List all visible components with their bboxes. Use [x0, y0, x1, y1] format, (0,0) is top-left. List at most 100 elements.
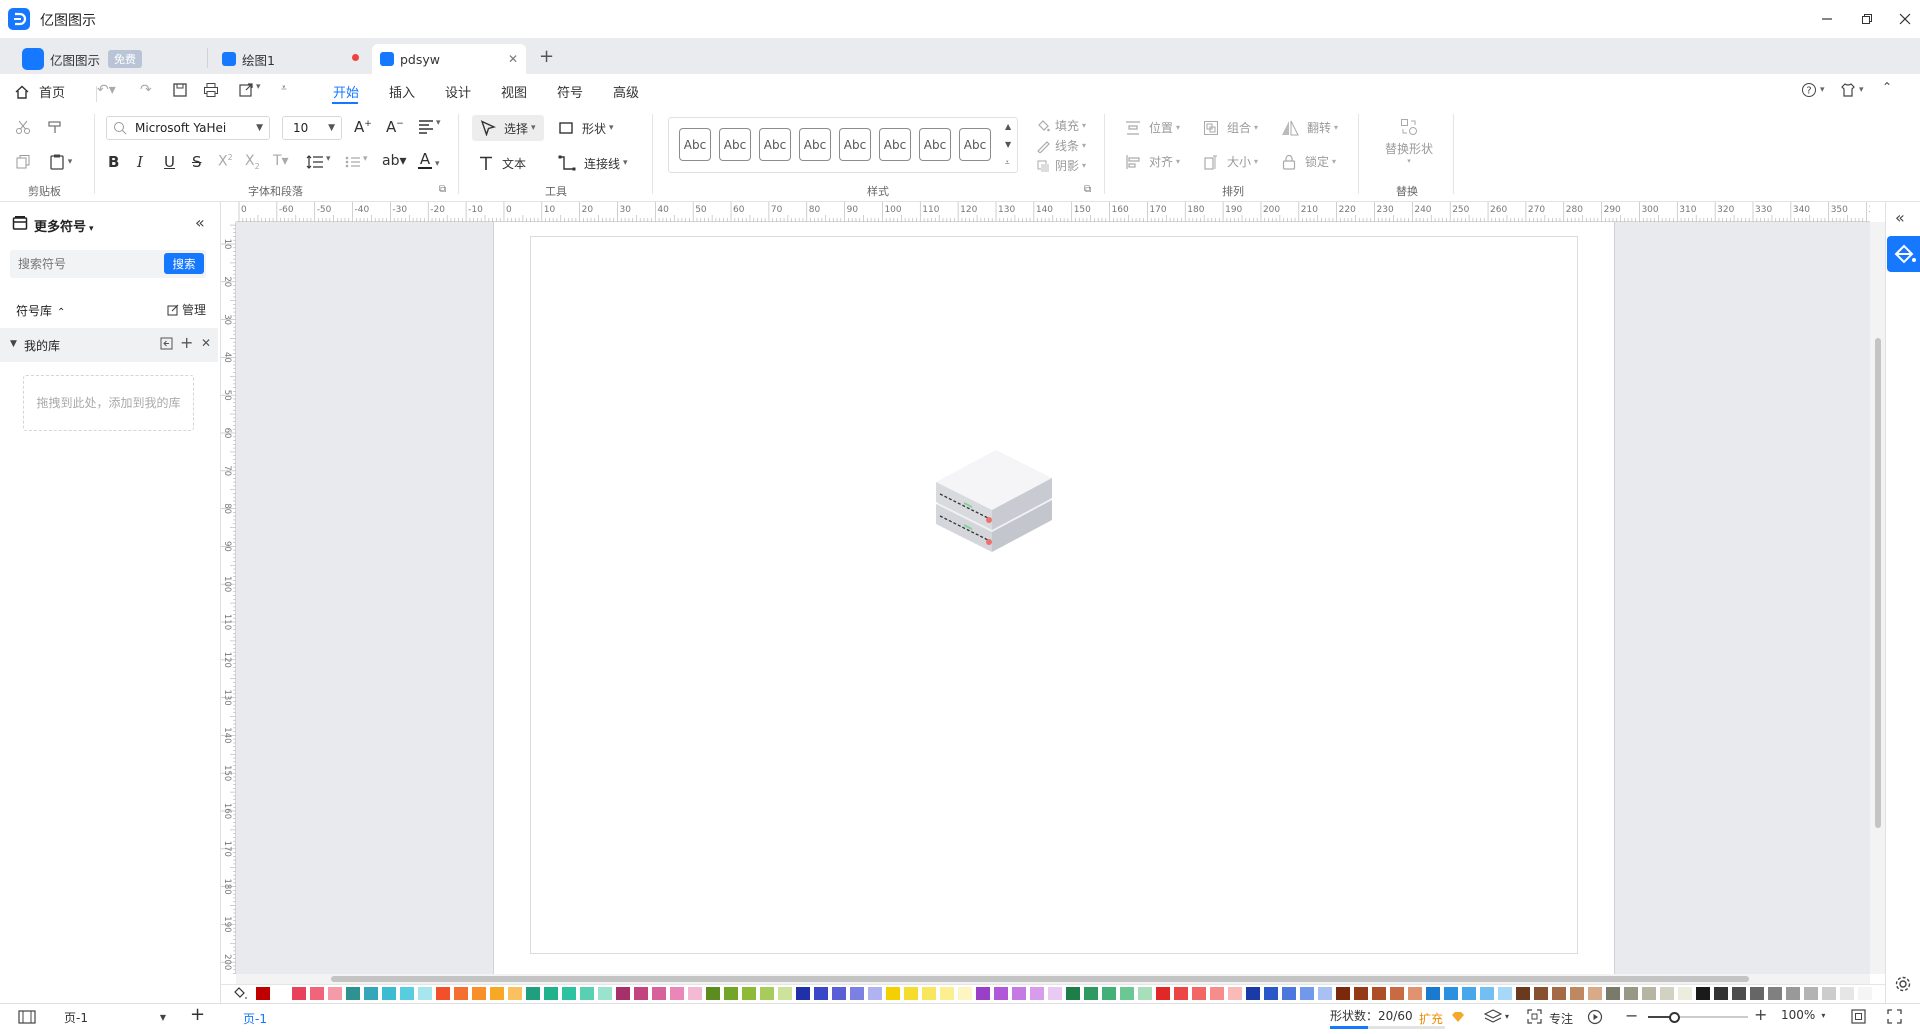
font-size-select[interactable]: 10 ▼: [282, 116, 342, 140]
subscript-icon[interactable]: X2: [245, 153, 260, 171]
zoom-level-select[interactable]: 100% ▾: [1781, 1008, 1825, 1022]
style-swatch[interactable]: Abc: [759, 128, 791, 161]
library-drop-zone[interactable]: 拖拽到此处，添加到我的库: [23, 375, 194, 431]
decrease-font-icon[interactable]: A−: [386, 118, 404, 136]
color-swatch[interactable]: [1696, 987, 1710, 1000]
increase-font-icon[interactable]: A+: [354, 118, 372, 136]
color-swatch[interactable]: [1264, 987, 1278, 1000]
underline-icon[interactable]: U: [164, 153, 175, 171]
color-swatch[interactable]: [724, 987, 738, 1000]
strikethrough-icon[interactable]: S: [192, 153, 202, 171]
cut-icon[interactable]: [12, 116, 34, 138]
color-swatch[interactable]: [958, 987, 972, 1000]
style-swatch[interactable]: Abc: [799, 128, 831, 161]
color-swatch[interactable]: [994, 987, 1008, 1000]
color-swatch[interactable]: [652, 987, 666, 1000]
color-swatch[interactable]: [310, 987, 324, 1000]
color-swatch[interactable]: [1390, 987, 1404, 1000]
page-tab-active[interactable]: 页-1: [243, 1010, 267, 1027]
color-swatch[interactable]: [1174, 987, 1188, 1000]
color-swatch[interactable]: [1498, 987, 1512, 1000]
text-highlight-icon[interactable]: ab▾: [382, 153, 407, 169]
format-panel-button[interactable]: [1887, 236, 1920, 272]
color-swatch[interactable]: [1822, 987, 1836, 1000]
list-button[interactable]: ▾: [345, 154, 368, 170]
export-icon[interactable]: ▾: [238, 82, 261, 98]
style-swatch[interactable]: Abc: [719, 128, 751, 161]
color-swatch[interactable]: [1732, 987, 1746, 1000]
italic-icon[interactable]: I: [137, 153, 143, 171]
color-swatch[interactable]: [1408, 987, 1422, 1000]
connector-tool-button[interactable]: 连接线 ▾: [558, 150, 628, 176]
focus-label[interactable]: 专注: [1549, 1010, 1573, 1027]
restore-button[interactable]: [1852, 8, 1882, 30]
color-swatch[interactable]: [904, 987, 918, 1000]
new-tab-button[interactable]: +: [539, 46, 554, 67]
color-swatch[interactable]: [1048, 987, 1062, 1000]
text-align-button[interactable]: ▾: [418, 118, 441, 134]
style-swatch[interactable]: Abc: [839, 128, 871, 161]
color-swatch[interactable]: [508, 987, 522, 1000]
color-swatch[interactable]: [1588, 987, 1602, 1000]
font-color-button[interactable]: A ▾: [418, 152, 440, 169]
color-swatch[interactable]: [274, 987, 288, 1000]
select-tool-button[interactable]: 选择 ▾: [472, 115, 544, 141]
add-library-icon[interactable]: +: [180, 333, 193, 352]
color-swatch[interactable]: [1786, 987, 1800, 1000]
color-swatch[interactable]: [976, 987, 990, 1000]
color-swatch[interactable]: [706, 987, 720, 1000]
style-swatch[interactable]: Abc: [959, 128, 991, 161]
color-swatch[interactable]: [634, 987, 648, 1000]
symbol-search-button[interactable]: 搜索: [164, 253, 204, 274]
color-swatch[interactable]: [1552, 987, 1566, 1000]
replace-shape-button[interactable]: 替换形状 ▾: [1366, 118, 1452, 168]
paste-button[interactable]: ▾: [44, 151, 76, 173]
color-swatch[interactable]: [400, 987, 414, 1000]
dialog-launcher-icon[interactable]: ⧉: [1084, 184, 1091, 195]
color-swatch[interactable]: [1426, 987, 1440, 1000]
line-button[interactable]: 线条 ▾: [1036, 137, 1086, 154]
color-swatch[interactable]: [760, 987, 774, 1000]
position-button[interactable]: 位置 ▾: [1125, 119, 1180, 136]
color-swatch[interactable]: [436, 987, 450, 1000]
color-swatch[interactable]: [868, 987, 882, 1000]
color-swatch[interactable]: [1678, 987, 1692, 1000]
close-window-button[interactable]: [1890, 8, 1920, 30]
line-spacing-button[interactable]: ▾: [306, 154, 331, 170]
dialog-launcher-icon[interactable]: ⧉: [439, 184, 446, 195]
minimize-button[interactable]: [1812, 8, 1842, 30]
color-swatch[interactable]: [1282, 987, 1296, 1000]
import-library-icon[interactable]: [160, 337, 173, 350]
tab-drawing1[interactable]: 绘图1: [214, 44, 364, 74]
tab-symbol[interactable]: 符号: [557, 82, 583, 101]
color-swatch[interactable]: [256, 987, 270, 1000]
fill-button[interactable]: 填充 ▾: [1036, 117, 1086, 134]
play-icon[interactable]: [1587, 1009, 1603, 1025]
tab-advanced[interactable]: 高级: [613, 82, 639, 101]
undo-icon[interactable]: ↶▾: [97, 82, 116, 98]
color-swatch[interactable]: [742, 987, 756, 1000]
fit-page-icon[interactable]: [1851, 1009, 1866, 1024]
color-swatch[interactable]: [598, 987, 612, 1000]
format-painter-icon[interactable]: [44, 116, 66, 138]
color-swatch[interactable]: [1120, 987, 1134, 1000]
tab-insert[interactable]: 插入: [389, 82, 415, 101]
color-swatch[interactable]: [1516, 987, 1530, 1000]
color-swatch[interactable]: [1714, 987, 1728, 1000]
color-swatch[interactable]: [1462, 987, 1476, 1000]
color-swatch[interactable]: [796, 987, 810, 1000]
color-swatch[interactable]: [850, 987, 864, 1000]
style-swatch[interactable]: Abc: [879, 128, 911, 161]
tab-design[interactable]: 设计: [445, 82, 471, 101]
color-swatch[interactable]: [1534, 987, 1548, 1000]
skin-button[interactable]: ▾: [1840, 82, 1864, 98]
align-button[interactable]: 对齐 ▾: [1125, 153, 1180, 170]
gallery-scroll-icon[interactable]: ▲ ▼ ⩡: [1005, 118, 1011, 172]
vertical-scrollbar-thumb[interactable]: [1875, 338, 1881, 828]
tab-view[interactable]: 视图: [501, 82, 527, 101]
color-swatch[interactable]: [1012, 987, 1026, 1000]
color-swatch[interactable]: [940, 987, 954, 1000]
color-swatch[interactable]: [454, 987, 468, 1000]
add-page-button[interactable]: +: [190, 1004, 205, 1025]
color-swatch[interactable]: [328, 987, 342, 1000]
